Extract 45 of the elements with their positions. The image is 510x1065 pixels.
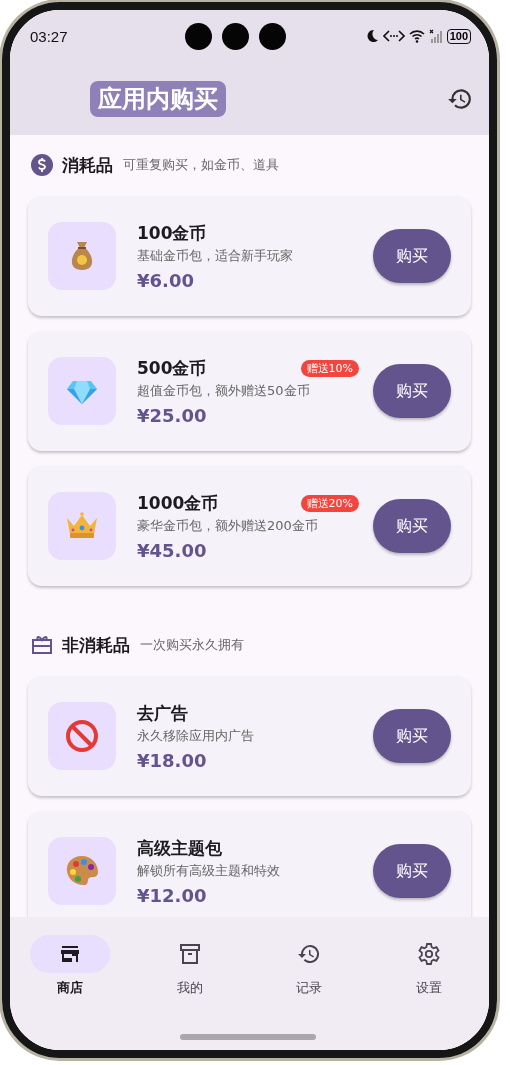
buy-button[interactable]: 购买 bbox=[373, 844, 451, 898]
wifi-icon bbox=[408, 29, 425, 43]
product-name: 1000金币 bbox=[137, 491, 219, 515]
nav-tab[interactable]: 设置 bbox=[369, 935, 489, 997]
signal-icon bbox=[428, 29, 443, 43]
product-price: ¥18.00 bbox=[137, 749, 208, 771]
nav-tab[interactable]: 记录 bbox=[249, 935, 370, 997]
buy-button[interactable]: 购买 bbox=[373, 364, 451, 418]
product-price: ¥25.00 bbox=[137, 404, 208, 426]
bonus-badge: 赠送10% bbox=[300, 359, 359, 377]
camera-icon bbox=[184, 22, 212, 50]
bonus-badge: 赠送20% bbox=[300, 494, 359, 512]
product-price: ¥12.00 bbox=[137, 884, 208, 906]
product-description: 超值金币包，额外赠送50金币 bbox=[137, 381, 311, 400]
product-description: 豪华金币包，额外赠送200金币 bbox=[137, 516, 319, 535]
settings-icon bbox=[417, 942, 442, 966]
product-name: 高级主题包 bbox=[137, 836, 222, 860]
product-description: 解锁所有高级主题和特效 bbox=[137, 861, 281, 880]
prohibited-icon bbox=[65, 719, 99, 753]
status-time: 03:27 bbox=[30, 27, 68, 45]
gift-card-icon bbox=[30, 633, 54, 657]
section-subtitle: 可重复购买，如金币、道具 bbox=[123, 156, 279, 174]
archive-box-icon bbox=[177, 942, 202, 966]
nav-tab[interactable]: 商店 bbox=[10, 935, 130, 997]
section-subtitle: 一次购买永久拥有 bbox=[140, 636, 244, 654]
product-description: 永久移除应用内广告 bbox=[137, 726, 255, 745]
product-price: ¥6.00 bbox=[137, 269, 195, 291]
app-title: 应用内购买 bbox=[90, 80, 226, 117]
camera-icon bbox=[258, 22, 286, 50]
product-name: 100金币 bbox=[137, 221, 207, 245]
product-description: 基础金币包，适合新手玩家 bbox=[137, 246, 294, 265]
product-price: ¥45.00 bbox=[137, 539, 208, 561]
nav-tab[interactable]: 我的 bbox=[129, 935, 250, 997]
product-name: 500金币 bbox=[137, 356, 207, 380]
battery-indicator: 100 bbox=[446, 28, 471, 44]
buy-button[interactable]: 购买 bbox=[373, 229, 451, 283]
buy-button[interactable]: 购买 bbox=[373, 499, 451, 553]
camera-icon bbox=[221, 22, 249, 50]
code-icon bbox=[382, 29, 405, 43]
product-name: 去广告 bbox=[137, 701, 188, 725]
dollar-coin-icon bbox=[30, 153, 54, 177]
section-title: 非消耗品 bbox=[62, 633, 130, 657]
history-icon bbox=[297, 942, 322, 966]
buy-button[interactable]: 购买 bbox=[373, 709, 451, 763]
section-title: 消耗品 bbox=[62, 153, 113, 177]
